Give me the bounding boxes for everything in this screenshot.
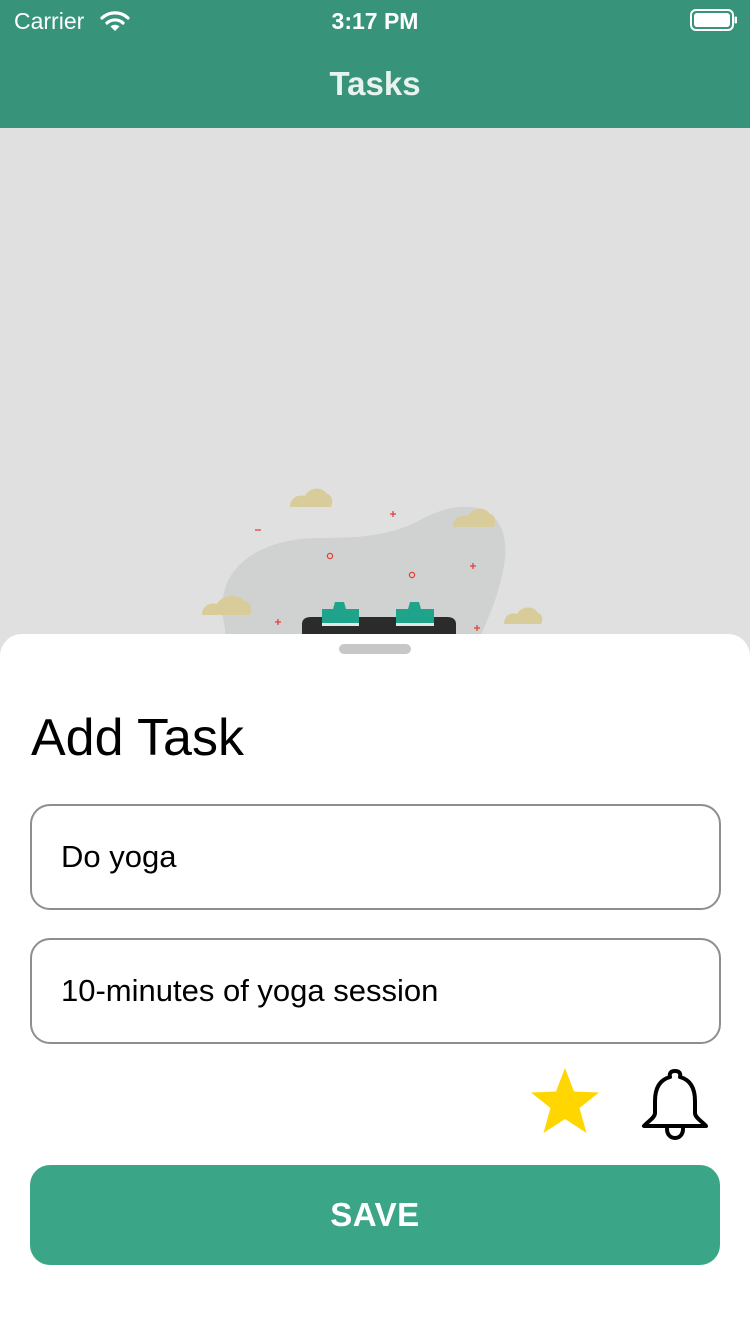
task-title-input[interactable] xyxy=(61,806,691,908)
sheet-title: Add Task xyxy=(31,709,244,767)
battery-icon xyxy=(690,9,737,31)
save-button[interactable]: SAVE xyxy=(30,1165,720,1265)
empty-state-illustration xyxy=(202,488,543,638)
task-title-field[interactable] xyxy=(30,804,721,910)
bell-icon[interactable] xyxy=(638,1068,712,1142)
add-task-sheet: Add Task SAVE xyxy=(0,634,750,1334)
navigation-bar: Tasks xyxy=(0,40,750,128)
sheet-grabber[interactable] xyxy=(339,644,411,654)
status-time: 3:17 PM xyxy=(331,8,419,34)
task-description-field[interactable] xyxy=(30,938,721,1044)
status-bar: Carrier 3:17 PM xyxy=(0,0,750,40)
task-description-input[interactable] xyxy=(61,940,691,1042)
star-icon[interactable] xyxy=(528,1066,602,1140)
page-title: Tasks xyxy=(329,65,421,102)
